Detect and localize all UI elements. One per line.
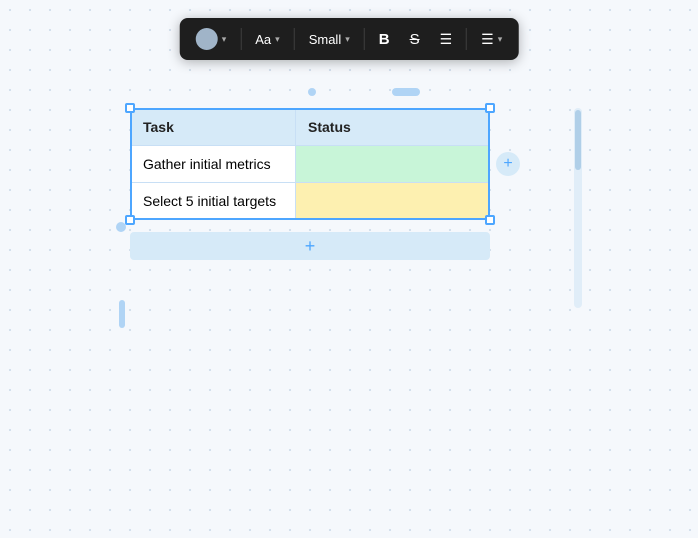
handle-bottom-right[interactable] bbox=[485, 215, 495, 225]
task-cell-1[interactable]: Gather initial metrics bbox=[131, 146, 296, 183]
add-column-button[interactable]: + bbox=[496, 152, 520, 176]
menu-button[interactable]: ☰ ▾ bbox=[473, 27, 510, 52]
table-header-row: Task Status bbox=[131, 109, 490, 146]
font-label: Aa bbox=[255, 32, 271, 47]
menu-icon: ☰ bbox=[481, 31, 494, 48]
bold-label: B bbox=[379, 31, 390, 48]
divider-2 bbox=[294, 28, 295, 50]
col-task-header: Task bbox=[131, 109, 296, 146]
status-cell-2[interactable] bbox=[296, 183, 490, 220]
list-button[interactable]: ☰ bbox=[432, 27, 461, 52]
chevron-down-icon-4: ▾ bbox=[498, 34, 503, 45]
size-picker-button[interactable]: Small ▾ bbox=[301, 28, 358, 51]
toolbar: ▾ Aa ▾ Small ▾ B S ☰ ☰ ▾ bbox=[180, 18, 519, 60]
handle-top-right[interactable] bbox=[485, 103, 495, 113]
task-cell-2[interactable]: Select 5 initial targets bbox=[131, 183, 296, 220]
add-row-button[interactable]: + bbox=[130, 232, 490, 260]
bold-button[interactable]: B bbox=[371, 27, 398, 52]
divider-1 bbox=[240, 28, 241, 50]
strikethrough-icon: S bbox=[410, 31, 420, 48]
content-area: Task Status Gather initial metrics Selec… bbox=[0, 80, 698, 538]
table-row: Gather initial metrics bbox=[131, 146, 490, 183]
side-bar-1 bbox=[119, 300, 125, 328]
size-label: Small bbox=[309, 32, 342, 47]
top-dot-1 bbox=[308, 88, 316, 96]
status-cell-1[interactable] bbox=[296, 146, 490, 183]
handle-top-left[interactable] bbox=[125, 103, 135, 113]
table-row: Select 5 initial targets bbox=[131, 183, 490, 220]
color-circle-icon bbox=[196, 28, 218, 50]
top-pill-1 bbox=[392, 88, 420, 96]
divider-3 bbox=[364, 28, 365, 50]
font-picker-button[interactable]: Aa ▾ bbox=[247, 28, 287, 51]
chevron-down-icon-2: ▾ bbox=[275, 34, 280, 45]
strikethrough-button[interactable]: S bbox=[402, 27, 428, 52]
col-status-header: Status bbox=[296, 109, 490, 146]
color-picker-button[interactable]: ▾ bbox=[188, 24, 235, 54]
scroll-track[interactable] bbox=[574, 108, 582, 308]
divider-4 bbox=[466, 28, 467, 50]
chevron-down-icon: ▾ bbox=[222, 34, 227, 45]
table-container: Task Status Gather initial metrics Selec… bbox=[130, 108, 490, 220]
handle-bottom-left[interactable] bbox=[125, 215, 135, 225]
list-icon: ☰ bbox=[440, 31, 453, 48]
data-table: Task Status Gather initial metrics Selec… bbox=[130, 108, 490, 220]
scroll-thumb bbox=[575, 110, 581, 170]
chevron-down-icon-3: ▾ bbox=[345, 34, 350, 45]
